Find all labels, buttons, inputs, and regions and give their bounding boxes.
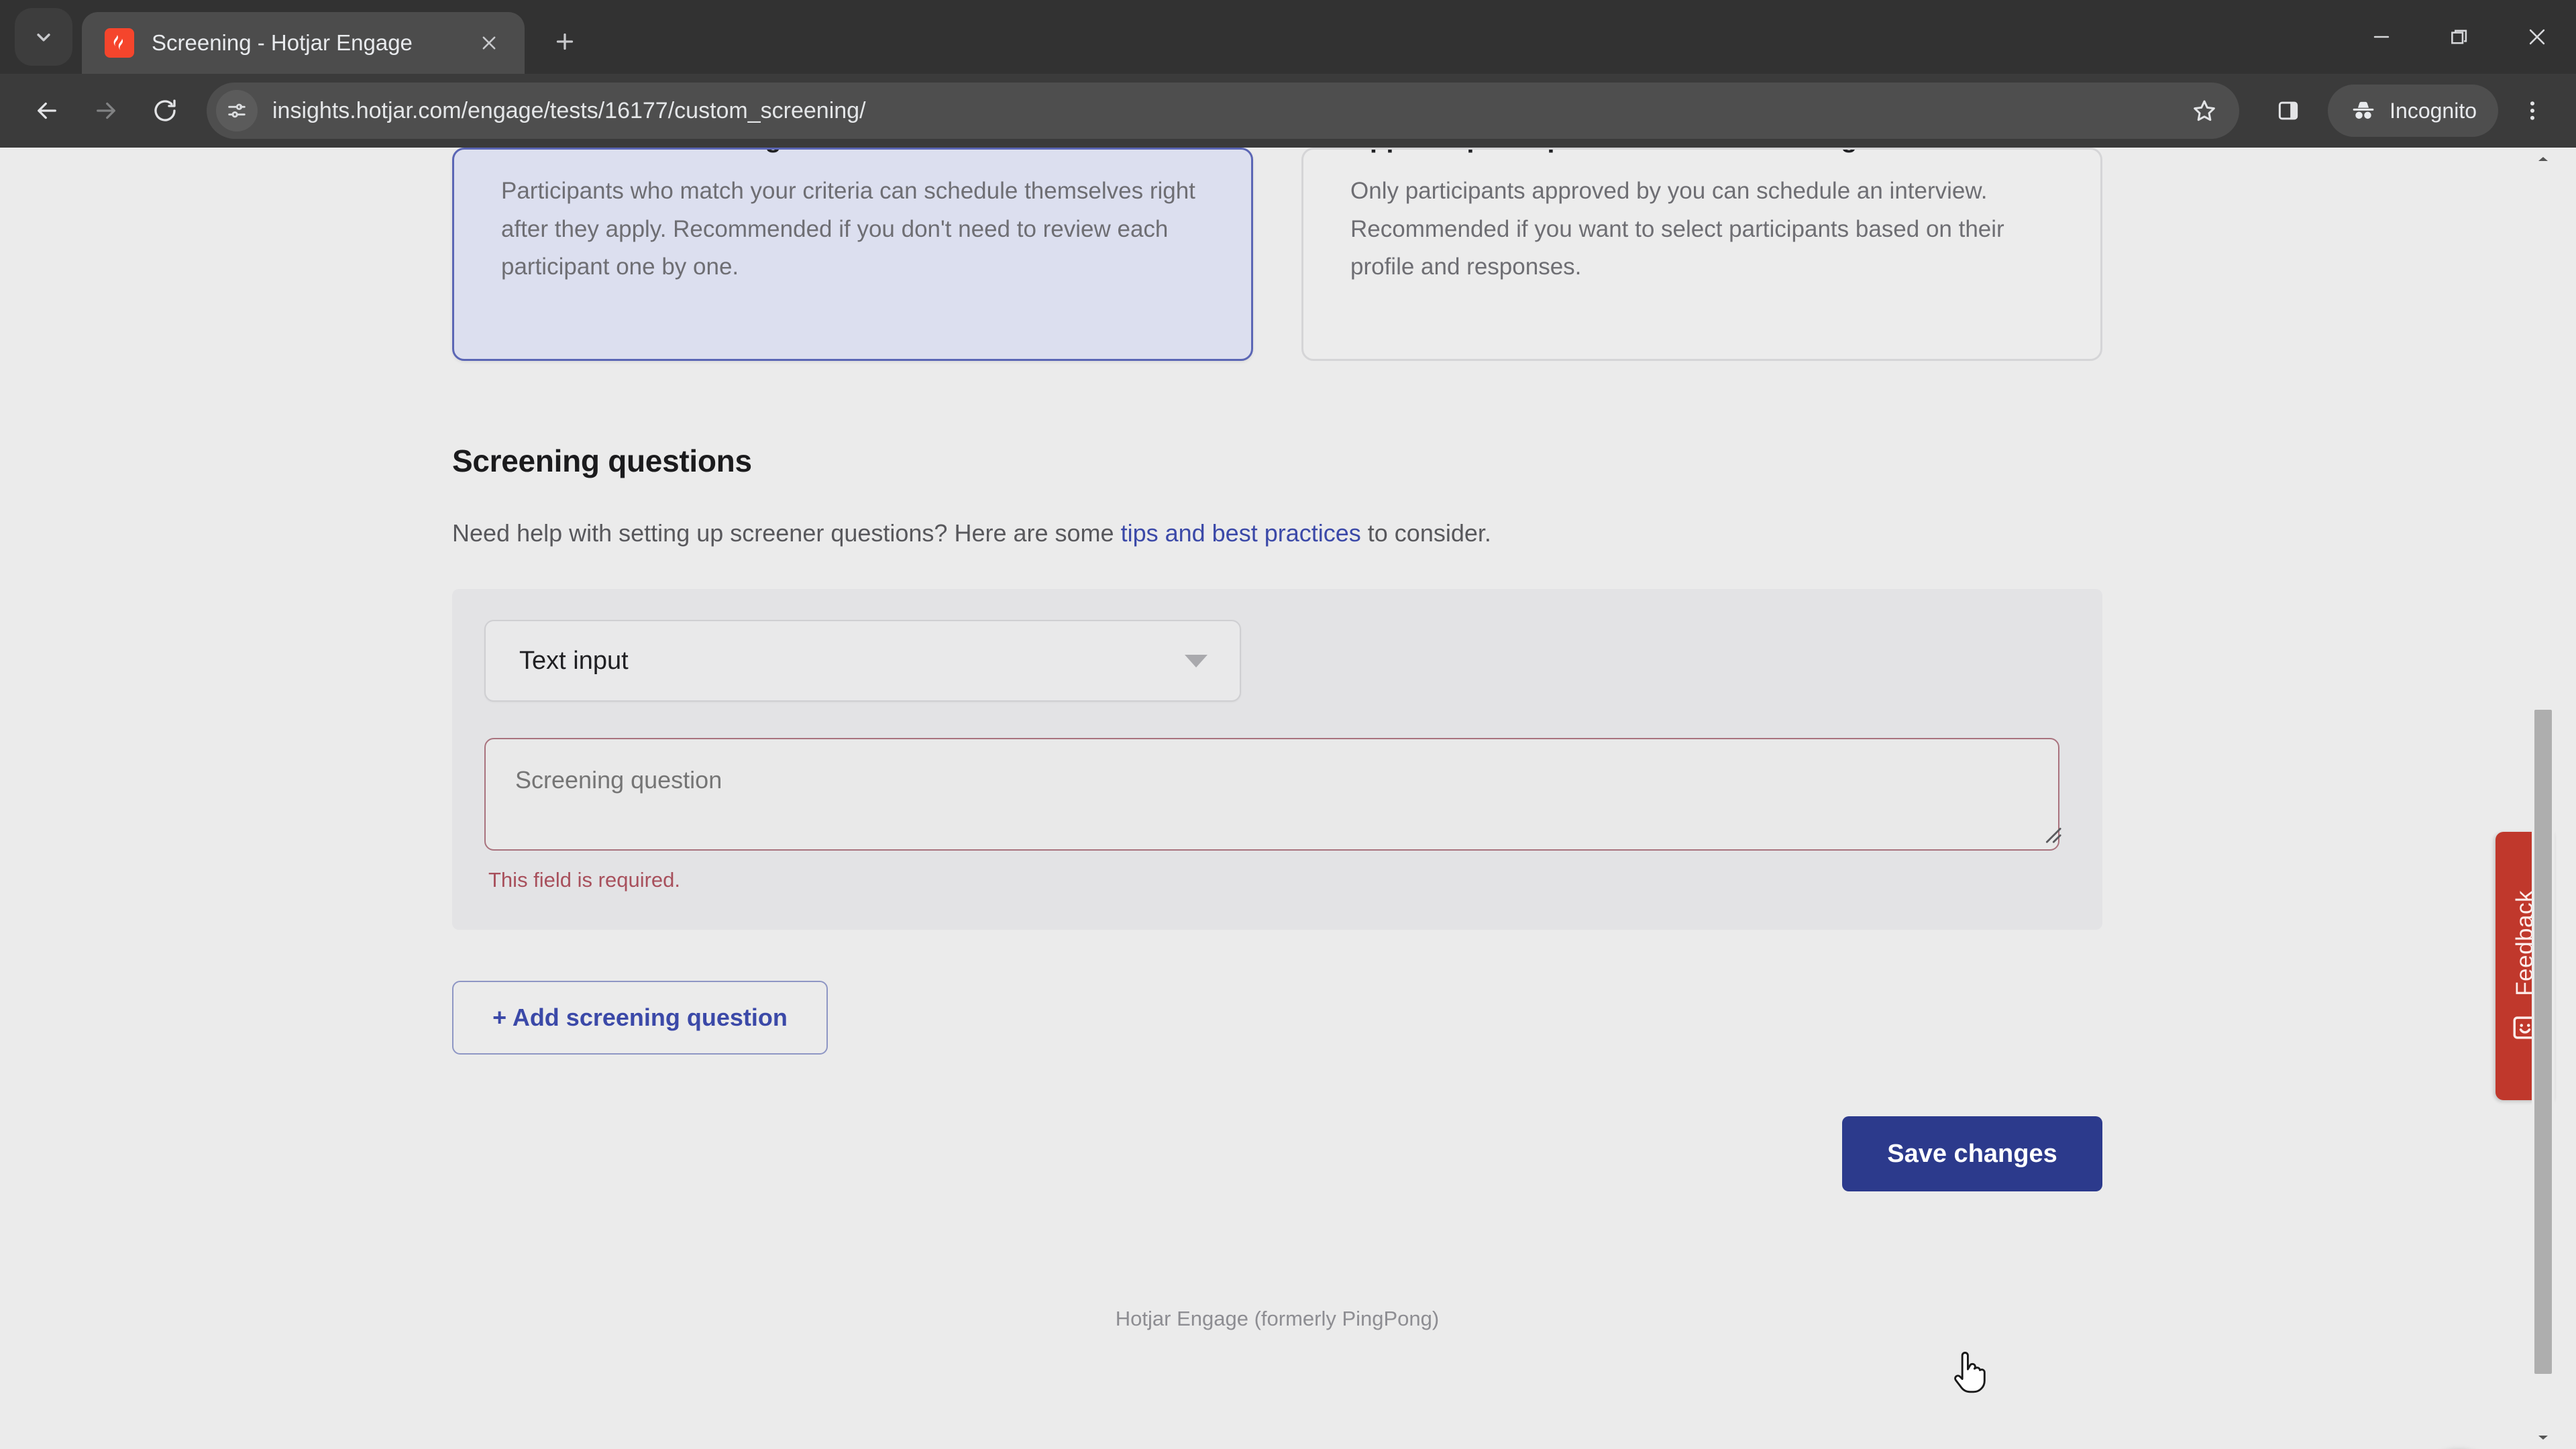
incognito-indicator[interactable]: Incognito [2328,85,2498,137]
page-footer: Hotjar Engage (formerly PingPong) [1115,1307,1440,1331]
tab-strip: Screening - Hotjar Engage [0,0,2576,74]
chevron-up-icon [2538,157,2548,161]
question-type-select[interactable]: Text input [484,620,1241,702]
bookmark-star-icon[interactable] [2182,88,2227,133]
scrollbar-up-arrow[interactable] [2532,148,2555,170]
side-panel-icon [2278,101,2298,120]
scrollbar-down-arrow[interactable] [2532,1426,2555,1449]
scheduling-card-automatic[interactable]: Automatic scheduling Participants who ma… [452,148,1253,361]
tips-and-best-practices-link[interactable]: tips and best practices [1121,519,1361,547]
page-viewport: Automatic scheduling Participants who ma… [0,148,2576,1449]
plus-icon [556,33,574,50]
question-text-wrap [484,738,2070,851]
scheduling-card-title: Automatic scheduling [501,150,1204,155]
scheduling-card-approve[interactable]: Approve participants before scheduling O… [1301,148,2102,361]
page-content: Automatic scheduling Participants who ma… [0,148,2555,1449]
restore-icon [2451,30,2467,44]
new-tab-button[interactable] [541,17,589,66]
more-vertical-icon [2530,101,2535,120]
close-window-button[interactable] [2498,0,2576,74]
hotjar-favicon [105,28,134,58]
help-prefix: Need help with setting up screener quest… [452,519,1121,547]
site-info-icon[interactable] [216,90,258,131]
browser-tab[interactable]: Screening - Hotjar Engage [82,12,525,74]
url-text: insights.hotjar.com/engage/tests/16177/c… [272,97,866,123]
close-icon [2529,29,2545,45]
mouse-cursor-pointer [1954,1352,1986,1393]
star-icon [2194,100,2215,121]
screening-question-error: This field is required. [488,868,681,892]
page-scrollbar[interactable] [2532,148,2555,1449]
window-controls [2343,0,2576,74]
incognito-icon [2353,101,2374,119]
browser-toolbar: insights.hotjar.com/engage/tests/16177/c… [0,74,2576,148]
reload-icon [154,99,176,121]
forward-button[interactable] [76,81,136,140]
chevron-down-icon [37,34,50,42]
browser-window: Screening - Hotjar Engage insights.hotja… [0,0,2576,1449]
maximize-button[interactable] [2420,0,2498,74]
minimize-icon [2373,36,2390,38]
scheduling-card-description: Only participants approved by you can sc… [1350,178,2004,280]
chevron-down-icon [2538,1436,2548,1440]
back-button[interactable] [17,81,76,140]
arrow-left-icon [38,102,56,119]
side-panel-button[interactable] [2262,85,2314,137]
tab-title: Screening - Hotjar Engage [152,30,413,55]
arrow-right-icon [97,102,115,119]
tab-close-button[interactable] [471,25,507,61]
tab-search-button[interactable] [15,8,72,66]
add-screening-question-button[interactable]: + Add screening question [452,981,828,1055]
help-suffix: to consider. [1360,519,1491,547]
scheduling-card-title: Approve participants before scheduling [1350,150,2053,155]
scheduling-options: Automatic scheduling Participants who ma… [452,148,2102,361]
minimize-button[interactable] [2343,0,2420,74]
hotjar-logo-icon [113,35,123,50]
scrollbar-thumb[interactable] [2534,710,2552,1374]
close-icon [482,36,496,50]
screening-help-text: Need help with setting up screener quest… [452,517,2102,550]
incognito-label: Incognito [2390,98,2477,123]
address-bar[interactable]: insights.hotjar.com/engage/tests/16177/c… [207,83,2240,139]
save-changes-button[interactable]: Save changes [1842,1116,2102,1192]
screening-question-panel: Text input This field is required. [452,589,2102,930]
scheduling-card-description: Participants who match your criteria can… [501,178,1195,280]
save-row: Save changes [452,1116,2102,1192]
screening-question-input[interactable] [484,738,2059,851]
question-type-value: Text input [519,646,629,675]
page-title: Screening questions [452,443,752,478]
content-column: Automatic scheduling Participants who ma… [452,148,2102,1331]
tune-icon [228,103,246,118]
reload-button[interactable] [136,81,195,140]
chevron-down-icon [1185,654,1208,667]
chrome-menu-button[interactable] [2506,85,2559,137]
